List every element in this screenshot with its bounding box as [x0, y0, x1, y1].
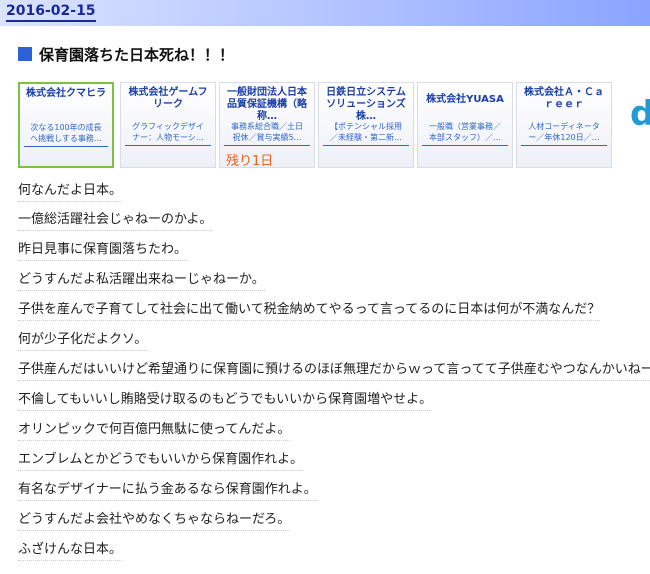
ad-company-name: 株式会社YUASA: [426, 94, 504, 105]
ad-description: 次なる100年の成長へ挑戦しする事務…: [24, 122, 108, 147]
ad-brand-logo[interactable]: d: [630, 94, 650, 134]
post-line: 何が少子化だよクソ。: [18, 332, 148, 351]
ad-company-name: 株式会社クマヒラ: [26, 88, 106, 99]
post-line: 子供産んだはいいけど希望通りに保育園に預けるのほぼ無理だからｗって言ってて子供産…: [18, 361, 650, 381]
ad-description: 人材コーディネーター／年休120日／…: [521, 121, 607, 146]
job-ad-card[interactable]: 日鉄日立システムソリューションズ株… 【ポテンシャル採用／未経験・第二新…: [318, 82, 414, 168]
ad-company-name: 株式会社ゲームフリーク: [128, 87, 208, 110]
post-line: 不倫してもいいし賄賂受け取るのもどうでもいいから保育園増やせよ。: [18, 392, 433, 411]
post-line: 一億総活躍社会じゃねーのかよ。: [18, 212, 213, 231]
post-title[interactable]: 保育園落ちた日本死ね！！！: [39, 44, 234, 65]
ad-company-name: 日鉄日立システムソリューションズ株…: [326, 87, 406, 122]
date-header-bar: 2016-02-15: [0, 0, 650, 26]
post-line: どうすんだよ会社やめなくちゃならねーだろ。: [18, 512, 291, 531]
job-ad-card[interactable]: 株式会社クマヒラ 次なる100年の成長へ挑戦しする事務…: [18, 82, 114, 168]
post-title-row: 保育園落ちた日本死ね！！！: [18, 44, 234, 64]
job-ad-card[interactable]: 株式会社Ａ・Ｃａｒｅｅｒ 人材コーディネーター／年休120日／…: [516, 82, 612, 168]
ad-description: グラフィックデザイナー：人物モーシ…: [125, 121, 211, 146]
job-ad-card[interactable]: 一般財団法人日本品質保証機構（略称… 事務系総合職／土日祝休／賞与実績5… 残り…: [219, 82, 315, 169]
ad-company-name: 一般財団法人日本品質保証機構（略称…: [227, 87, 307, 122]
title-square-icon: [18, 47, 32, 61]
ad-description: 【ポテンシャル採用／未経験・第二新…: [323, 121, 409, 146]
ad-description: 一般職（営業事務／本部スタッフ）／…: [422, 121, 508, 146]
job-ad-card[interactable]: 株式会社ゲームフリーク グラフィックデザイナー：人物モーシ…: [120, 82, 216, 168]
post-line: 有名なデザイナーに払う金あるなら保育園作れよ。: [18, 482, 317, 501]
post-line: 子供を産んで子育てして社会に出て働いて税金納めてやるって言ってるのに日本は何が不…: [18, 302, 601, 321]
ad-company-name: 株式会社Ａ・Ｃａｒｅｅｒ: [524, 87, 604, 110]
job-ad-carousel: 株式会社クマヒラ 次なる100年の成長へ挑戦しする事務… 株式会社ゲームフリーク…: [18, 82, 650, 170]
post-line: 何なんだよ日本。: [18, 183, 123, 202]
ad-deadline-badge: 残り1日: [226, 154, 274, 169]
ad-description: 事務系総合職／土日祝休／賞与実績5…: [224, 121, 310, 146]
post-line: どうすんだよ私活躍出来ねーじゃねーか。: [18, 272, 265, 291]
post-line: エンブレムとかどうでもいいから保育園作れよ。: [18, 452, 304, 471]
post-date[interactable]: 2016-02-15: [6, 3, 96, 22]
post-line: オリンピックで何百億円無駄に使ってんだよ。: [18, 422, 291, 441]
job-ad-card[interactable]: 株式会社YUASA 一般職（営業事務／本部スタッフ）／…: [417, 82, 513, 168]
post-line: ふざけんな日本。: [18, 542, 123, 561]
post-line: 昨日見事に保育園落ちたわ。: [18, 242, 188, 261]
